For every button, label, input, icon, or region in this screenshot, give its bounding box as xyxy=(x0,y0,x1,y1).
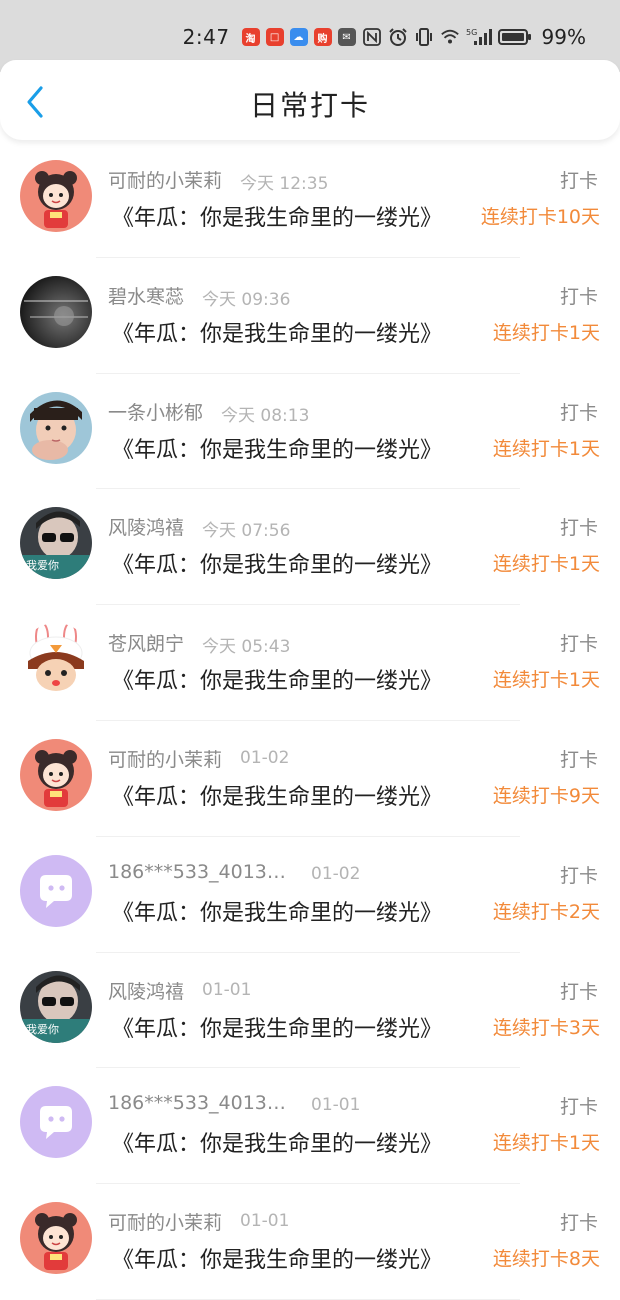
checkin-time: 今天 05:43 xyxy=(202,637,291,658)
user-name[interactable]: 可耐的小茉莉 xyxy=(108,166,222,193)
book-title[interactable]: 《年瓜：你是我生命里的一缕光》 xyxy=(112,779,442,811)
user-avatar[interactable] xyxy=(20,854,92,927)
checkin-item[interactable]: 苍风朗宁 今天 05:43 打卡《年瓜：你是我生命里的一缕光》 连续打卡1天 xyxy=(0,605,620,721)
checkin-label: 打卡 xyxy=(559,1212,598,1235)
user-name[interactable]: 可耐的小茉莉 xyxy=(108,745,222,772)
page-title: 日常打卡 xyxy=(249,89,370,122)
streak-count: 连续打卡1天 xyxy=(492,669,600,692)
checkin-item[interactable]: 一条小彬郁 今天 08:13 打卡《年瓜：你是我生命里的一缕光》 连续打卡1天 xyxy=(0,374,620,490)
streak-count: 连续打卡10天 xyxy=(480,206,600,228)
checkin-list: 可耐的小茉莉 今天 12:35 打卡 《年瓜：你是我生命里的一缕光》 连续打卡10天 碧水… xyxy=(0,142,620,1300)
user-name[interactable]: 风陵鸿禧 xyxy=(108,513,184,540)
checkin-label: 打卡 xyxy=(559,170,598,192)
user-avatar[interactable] xyxy=(20,623,92,696)
alarm-icon xyxy=(388,27,408,47)
svg-text:我爱你: 我爱你 xyxy=(26,559,59,572)
checkin-time: 今天 12:35 xyxy=(240,174,329,194)
user-name[interactable]: 186***533_40130... xyxy=(108,861,293,883)
nfc-icon xyxy=(362,27,382,47)
book-title[interactable]: 《年瓜：你是我生命里的一缕光》 xyxy=(112,432,442,464)
status-clock: 2:47 xyxy=(182,25,230,49)
navigation-bar: 日常打卡 xyxy=(0,60,620,140)
user-avatar[interactable] xyxy=(20,1202,92,1275)
checkin-label: 打卡 xyxy=(559,517,598,540)
book-title[interactable]: 《年瓜：你是我生命里的一缕光》 xyxy=(112,316,442,348)
checkin-item[interactable]: 186***533_40130... 01-01 打卡《年瓜：你是我生命里的一缕光》… xyxy=(0,1068,620,1185)
status-icons: 2:47 淘 □ ☁ 购 ✉ 5G 99% xyxy=(183,22,586,52)
svg-text:我爱你: 我爱你 xyxy=(26,1023,59,1036)
checkin-item[interactable]: 186***533_40130... 01-02 打卡《年瓜：你是我生命里的一缕光》… xyxy=(0,837,620,953)
book-title[interactable]: 《年瓜：你是我生命里的一缕光》 xyxy=(112,1126,442,1158)
svg-text:5G: 5G xyxy=(466,28,477,37)
wifi-icon xyxy=(440,27,460,47)
user-name[interactable]: 一条小彬郁 xyxy=(108,398,203,425)
streak-count: 连续打卡8天 xyxy=(492,1248,600,1271)
book-title[interactable]: 《年瓜：你是我生命里的一缕光》 xyxy=(112,200,442,232)
notification-app-icons: 淘 □ ☁ 购 ✉ xyxy=(241,28,356,46)
taobao-icon: 淘 xyxy=(241,28,260,46)
user-name[interactable]: 苍风朗宁 xyxy=(108,629,184,656)
signal-5g-icon: 5G xyxy=(466,27,492,47)
user-avatar[interactable] xyxy=(20,1086,92,1159)
cloud-app-icon: ☁ xyxy=(289,28,308,46)
user-name[interactable]: 186***533_40130... xyxy=(108,1092,293,1114)
checkin-time: 今天 09:36 xyxy=(202,289,291,310)
user-avatar[interactable] xyxy=(20,275,92,348)
checkin-time: 01-01 xyxy=(202,979,252,1000)
streak-count: 连续打卡1天 xyxy=(492,321,600,344)
checkin-item[interactable]: 可耐的小茉莉 今天 12:35 打卡《年瓜：你是我生命里的一缕光》 连续打卡10天 xyxy=(0,142,620,258)
user-avatar[interactable] xyxy=(20,160,92,232)
checkin-label: 打卡 xyxy=(559,1096,598,1119)
checkin-label: 打卡 xyxy=(559,864,598,887)
checkin-label: 打卡 xyxy=(559,285,598,308)
battery-percentage: 99% xyxy=(541,25,586,49)
checkin-item[interactable]: 我爱你 风陵鸿禧 01-01 打卡《年瓜：你是我生命里的一缕光》 连续打卡3天 xyxy=(0,953,620,1069)
checkin-label: 打卡 xyxy=(559,980,598,1003)
promo-app-icon: 购 xyxy=(313,28,332,46)
checkin-item[interactable]: 可耐的小茉莉 01-01 打卡《年瓜：你是我生命里的一缕光》 连续打卡8天 xyxy=(0,1184,620,1300)
user-name[interactable]: 风陵鸿禧 xyxy=(108,977,184,1004)
checkin-time: 01-01 xyxy=(311,1095,361,1116)
user-name[interactable]: 可耐的小茉莉 xyxy=(108,1208,222,1235)
book-title[interactable]: 《年瓜：你是我生命里的一缕光》 xyxy=(112,895,442,927)
user-avatar[interactable] xyxy=(20,391,92,464)
streak-count: 连续打卡3天 xyxy=(492,1016,600,1039)
streak-count: 连续打卡2天 xyxy=(492,900,600,923)
battery-icon xyxy=(497,27,532,47)
vibrate-icon xyxy=(414,27,434,47)
checkin-time: 今天 07:56 xyxy=(202,521,291,542)
checkin-item[interactable]: 我爱你 风陵鸿禧 今天 07:56 打卡《年瓜：你是我生命里的一缕光》 连续打卡1天 xyxy=(0,489,620,606)
streak-count: 连续打卡1天 xyxy=(492,553,600,576)
checkin-label: 打卡 xyxy=(559,401,598,424)
user-name[interactable]: 碧水寒蕊 xyxy=(108,282,184,309)
book-title[interactable]: 《年瓜：你是我生命里的一缕光》 xyxy=(112,1011,442,1043)
checkin-item[interactable]: 可耐的小茉莉 01-02 打卡《年瓜：你是我生命里的一缕光》 连续打卡9天 xyxy=(0,721,620,837)
checkin-time: 01-02 xyxy=(240,747,290,768)
book-title[interactable]: 《年瓜：你是我生命里的一缕光》 xyxy=(112,547,442,579)
checkin-label: 打卡 xyxy=(559,748,598,771)
book-title[interactable]: 《年瓜：你是我生命里的一缕光》 xyxy=(112,1242,442,1274)
checkin-time: 01-02 xyxy=(311,863,361,884)
streak-count: 连续打卡1天 xyxy=(492,1132,600,1155)
checkin-label: 打卡 xyxy=(559,633,598,656)
streak-count: 连续打卡1天 xyxy=(492,437,600,460)
checkin-time: 今天 08:13 xyxy=(221,405,310,426)
checkin-time: 01-01 xyxy=(240,1211,290,1232)
book-title[interactable]: 《年瓜：你是我生命里的一缕光》 xyxy=(112,663,442,695)
wechat-icon: ✉ xyxy=(337,28,356,46)
user-avatar[interactable] xyxy=(20,738,92,811)
user-avatar[interactable]: 我爱你 xyxy=(20,507,92,580)
checkin-item[interactable]: 碧水寒蕊 今天 09:36 打卡《年瓜：你是我生命里的一缕光》 连续打卡1天 xyxy=(0,258,620,374)
user-avatar[interactable]: 我爱你 xyxy=(20,970,92,1043)
streak-count: 连续打卡9天 xyxy=(492,784,600,807)
app-red-icon: □ xyxy=(265,28,284,46)
